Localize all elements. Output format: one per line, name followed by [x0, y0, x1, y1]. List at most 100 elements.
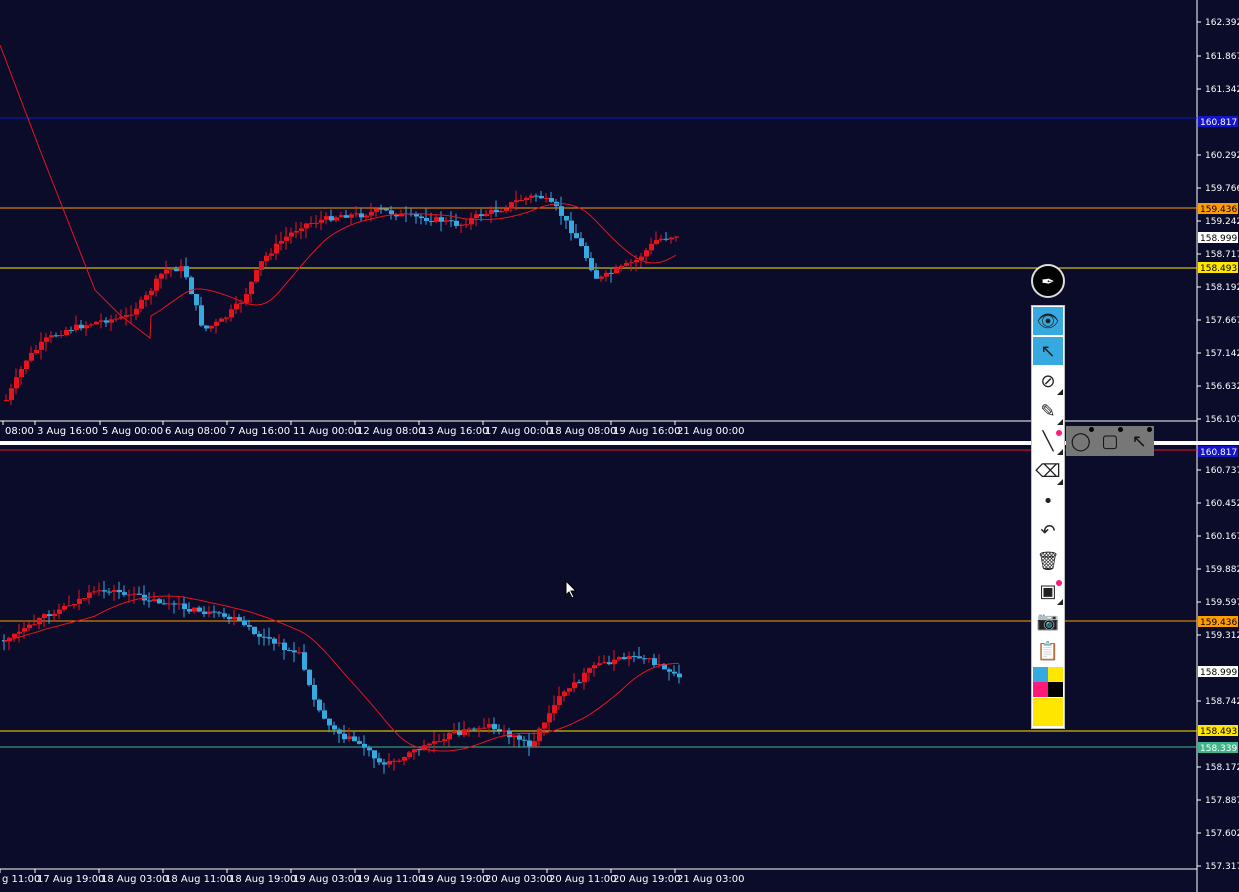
- candle-body: [472, 728, 477, 730]
- candle-body: [382, 762, 387, 765]
- candle-body: [459, 224, 464, 226]
- color-swatch[interactable]: [1048, 667, 1063, 682]
- candle-body: [632, 655, 637, 657]
- y-axis-label: 157.317: [1205, 862, 1239, 872]
- candle-body: [132, 593, 137, 595]
- x-axis-label: 19 Aug 16:00: [613, 426, 680, 437]
- candle-body: [412, 749, 417, 753]
- line-icon[interactable]: ╲: [1033, 427, 1063, 455]
- candle-body: [287, 650, 292, 652]
- y-axis-label: 158.172: [1205, 763, 1239, 773]
- x-axis-label: 17 Aug 00:00: [485, 426, 552, 437]
- candle-body: [364, 215, 369, 218]
- camera-icon[interactable]: 📷: [1033, 607, 1063, 635]
- y-axis-label: 160.737: [1205, 466, 1239, 476]
- dot-size-icon[interactable]: •: [1033, 487, 1063, 515]
- eraser-icon[interactable]: ⌫: [1033, 457, 1063, 485]
- candle-body: [424, 218, 429, 221]
- x-axis-label: 20 Aug 03:00: [485, 874, 552, 885]
- candle-body: [362, 743, 367, 748]
- candle-body: [284, 236, 289, 241]
- candle-body: [532, 741, 537, 747]
- trash-icon[interactable]: 🗑: [1033, 547, 1063, 575]
- highlighter-icon[interactable]: ✎: [1033, 397, 1063, 425]
- y-axis-label: 157.602: [1205, 829, 1239, 839]
- square-icon[interactable]: ▢: [1099, 427, 1123, 452]
- fountain-pen-icon[interactable]: ✒: [1031, 264, 1065, 298]
- undo-icon[interactable]: ↶: [1033, 517, 1063, 545]
- candle-body: [577, 682, 582, 684]
- candle-body: [604, 272, 609, 277]
- candle-body: [207, 611, 212, 615]
- candle-body: [314, 222, 319, 224]
- candle-body: [257, 633, 262, 637]
- candle-body: [179, 266, 184, 272]
- candle-body: [17, 631, 22, 634]
- candle-body: [209, 325, 214, 329]
- candle-body: [202, 611, 207, 615]
- candle-body: [109, 319, 114, 323]
- price-tag-yellow-text: 158.493: [1200, 727, 1237, 737]
- candle-body: [4, 399, 9, 401]
- candle-body: [312, 684, 317, 700]
- y-axis-label: 157.142: [1205, 349, 1239, 359]
- candle-body: [157, 599, 162, 604]
- candle-body: [354, 213, 359, 215]
- eye-icon[interactable]: 👁: [1033, 307, 1063, 335]
- candle-body: [497, 729, 502, 731]
- candle-body: [49, 335, 54, 338]
- candle-body: [544, 198, 549, 200]
- candle-body: [407, 752, 412, 758]
- shape-flyout-menu: ◯ ▢ ↖: [1066, 426, 1154, 456]
- candle-body: [87, 592, 92, 599]
- candle-body: [227, 616, 232, 620]
- candle-body: [137, 593, 142, 595]
- candle-body: [139, 299, 144, 309]
- y-axis-label: 158.717: [1205, 250, 1239, 260]
- color-swatch[interactable]: [1033, 682, 1048, 697]
- candle-body: [44, 337, 49, 342]
- candle-body: [454, 220, 459, 226]
- candle-body: [264, 255, 269, 262]
- price-tag-current-text: 158.999: [1200, 234, 1237, 244]
- color-swatch[interactable]: [1033, 698, 1063, 726]
- candle-body: [529, 195, 534, 198]
- y-axis-label: 159.766: [1205, 184, 1239, 194]
- candle-body: [89, 324, 94, 326]
- candle-body: [217, 612, 222, 614]
- candle-body: [517, 735, 522, 740]
- candle-body: [587, 668, 592, 673]
- arrow-icon[interactable]: ↖: [1128, 427, 1153, 452]
- candle-body: [239, 302, 244, 304]
- y-axis-label: 160.167: [1205, 532, 1239, 542]
- candle-body: [144, 295, 149, 300]
- pointer-arrow-icon[interactable]: ↖: [1033, 337, 1063, 365]
- candle-body: [294, 230, 299, 233]
- candle-body: [229, 309, 234, 318]
- color-swatch[interactable]: [1033, 667, 1048, 682]
- no-pen-icon[interactable]: ⊘: [1033, 367, 1063, 395]
- candle-body: [622, 657, 627, 660]
- y-axis-label: 161.867: [1205, 52, 1239, 62]
- clipboard-icon[interactable]: 📋: [1033, 637, 1063, 665]
- color-swatch[interactable]: [1048, 682, 1063, 697]
- x-axis-label: 21 Aug 03:00: [677, 874, 744, 885]
- candle-body: [182, 603, 187, 610]
- candle-body: [334, 217, 339, 221]
- candle-body: [474, 214, 479, 219]
- candle-body: [414, 213, 419, 217]
- board-icon[interactable]: ▣: [1033, 577, 1063, 605]
- candle-body: [379, 208, 384, 210]
- candle-body: [124, 315, 129, 317]
- candle-body: [194, 294, 199, 306]
- y-axis-label: 156.107: [1205, 415, 1239, 425]
- candle-body: [69, 330, 74, 332]
- candle-body: [64, 330, 69, 336]
- candle-body: [59, 335, 64, 337]
- candle-body: [67, 605, 72, 607]
- candle-body: [452, 731, 457, 734]
- candle-body: [542, 722, 547, 729]
- circle-icon[interactable]: ◯: [1070, 427, 1094, 452]
- candle-body: [509, 202, 514, 209]
- candle-body: [32, 624, 37, 626]
